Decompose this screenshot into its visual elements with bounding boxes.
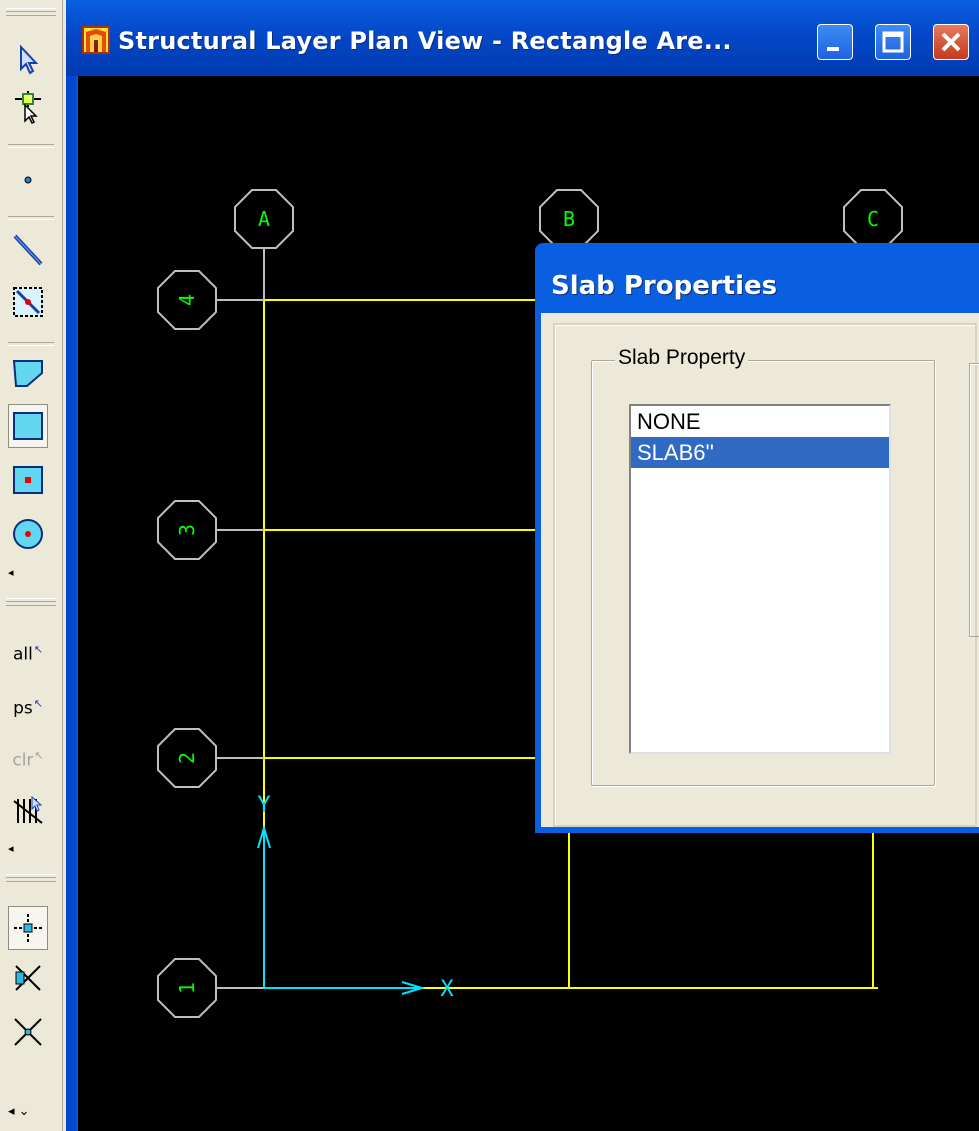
list-item-selected[interactable]: SLAB6'' (631, 437, 889, 468)
draw-toolbar: ◂ all↖ ps↖ clr↖ ◂ ◂ ⌄ (0, 0, 63, 1131)
pointer-select-tool[interactable] (8, 38, 48, 82)
slab-property-group-label: Slab Property (615, 346, 749, 370)
draw-polygon-area-tool[interactable] (8, 350, 48, 394)
axis-x-label: X (440, 977, 454, 1002)
draw-polygon-area-icon (12, 360, 43, 387)
pointer-icon: ↖ (33, 697, 43, 711)
grid-label-1: 1 (175, 982, 199, 994)
clear-selection-button[interactable]: clr↖ (8, 738, 48, 782)
slab-property-listbox[interactable]: NONE SLAB6'' (629, 404, 891, 754)
draw-line-in-region-icon (13, 287, 43, 317)
dialog-title: Slab Properties (551, 271, 778, 301)
draw-circle-area-icon (13, 519, 43, 549)
snap-to-line-ends-icon (15, 965, 41, 991)
snap-to-intersections-tool[interactable] (8, 1010, 48, 1054)
toolbar-grip[interactable] (6, 874, 56, 882)
toolbar-grip[interactable] (6, 8, 56, 16)
select-all-button[interactable]: all↖ (8, 632, 48, 676)
snap-to-points-icon (14, 914, 42, 942)
select-all-label: all (12, 644, 33, 665)
minimize-button[interactable] (817, 24, 853, 60)
maximize-icon (882, 31, 904, 53)
snap-to-points-tool[interactable] (8, 906, 48, 950)
toolbar-separator (8, 342, 54, 346)
grid-label-c: C (867, 207, 879, 231)
pointer-icon: ↖ (34, 749, 44, 763)
intersecting-line-select-icon (13, 795, 43, 824)
draw-rectangle-area-icon (13, 412, 43, 440)
draw-rectangle-area-tool[interactable] (8, 404, 48, 448)
draw-circle-area-tool[interactable] (8, 512, 48, 556)
intersecting-line-select-tool[interactable] (8, 788, 48, 832)
slab-properties-dialog: Slab Properties Slab Property NONE SLAB6… (535, 243, 979, 833)
minimize-icon (827, 47, 839, 51)
draw-point-tool[interactable] (8, 158, 48, 202)
toolbar-chevron-icon[interactable]: ◂ (8, 566, 14, 579)
dialog-body: Slab Property NONE SLAB6'' (541, 313, 979, 827)
app-icon (82, 26, 110, 54)
draw-area-in-region-icon (13, 466, 43, 494)
toolbar-grip[interactable] (6, 598, 56, 606)
axis-y-label: Y (257, 793, 270, 818)
reshape-pointer-tool[interactable] (8, 84, 48, 128)
snap-to-intersections-icon (14, 1018, 42, 1046)
window-titlebar[interactable]: Structural Layer Plan View - Rectangle A… (66, 0, 979, 76)
reshape-pointer-icon (15, 91, 41, 125)
axis-indicator (257, 824, 426, 995)
window-frame (66, 0, 76, 1131)
grid-label-b: B (563, 207, 575, 231)
pointer-select-icon (20, 44, 39, 75)
toolbar-chevron-icon[interactable]: ◂ (8, 842, 14, 855)
clear-selection-label: clr (12, 750, 34, 771)
pointer-icon: ↖ (33, 643, 44, 657)
draw-line-icon (13, 234, 43, 266)
select-previous-button[interactable]: ps↖ (8, 686, 48, 730)
snap-to-line-ends-tool[interactable] (8, 956, 48, 1000)
toolbar-more-chevron-icon[interactable]: ◂ ⌄ (8, 1104, 30, 1119)
maximize-button[interactable] (875, 24, 911, 60)
grid-label-4: 4 (175, 294, 199, 306)
select-previous-label: ps (13, 698, 33, 719)
list-item[interactable]: NONE (631, 406, 889, 437)
draw-line-in-region-tool[interactable] (8, 280, 48, 324)
dialog-right-panel (969, 363, 979, 637)
close-button[interactable] (933, 24, 969, 60)
toolbar-separator (8, 216, 54, 220)
grid-label-3: 3 (175, 524, 199, 536)
draw-point-icon (24, 176, 32, 184)
close-icon (941, 32, 961, 52)
draw-line-tool[interactable] (8, 228, 48, 272)
toolbar-separator (8, 144, 54, 148)
window-title: Structural Layer Plan View - Rectangle A… (118, 27, 732, 55)
draw-area-in-region-tool[interactable] (8, 458, 48, 502)
grid-label-a: A (258, 207, 270, 231)
grid-label-2: 2 (175, 752, 199, 764)
